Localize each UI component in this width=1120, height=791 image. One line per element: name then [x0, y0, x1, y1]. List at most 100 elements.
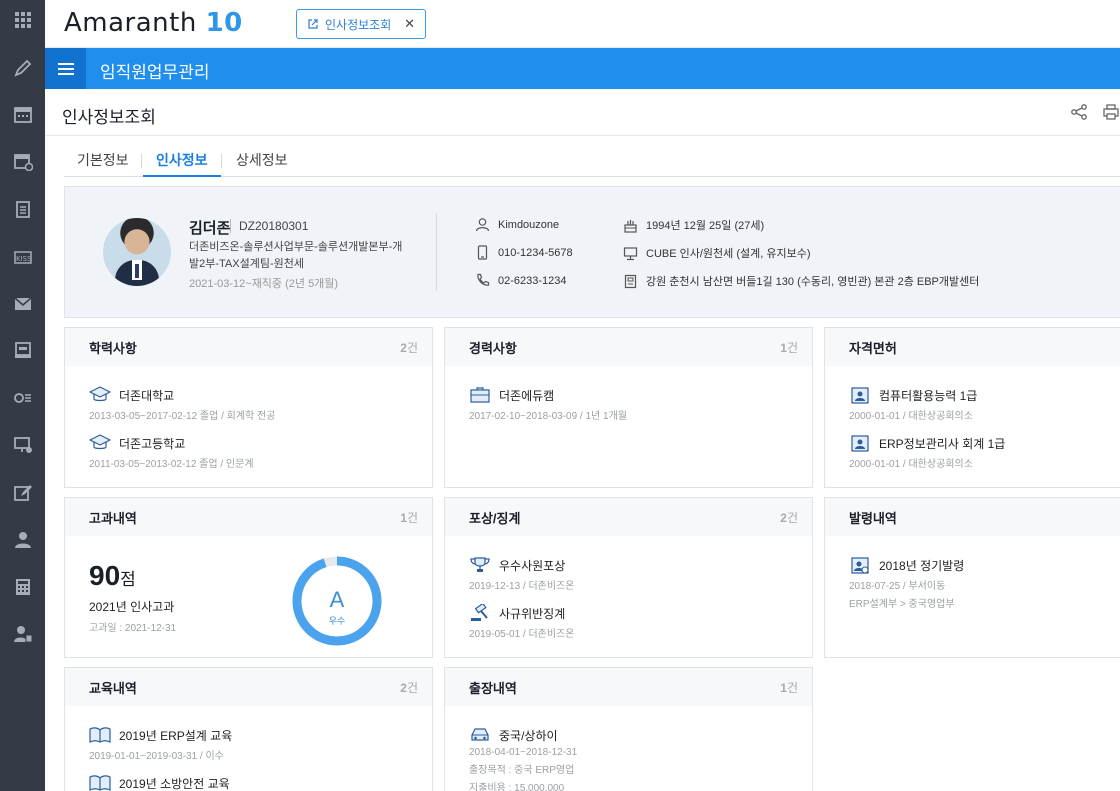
card-header: 포상/징계 2건	[445, 498, 812, 536]
card-title: 학력사항	[89, 340, 137, 356]
menu-bar: 임직원업무관리	[45, 48, 1120, 89]
user-id-row: Kimdouzone	[475, 217, 559, 232]
birthday-row: 1994년 12월 25일 (27세)	[623, 217, 764, 233]
evaluation-score: 90점 2021년 인사고과 고과일 : 2021-12-31	[89, 560, 177, 634]
tab-basic-info[interactable]: 기본정보	[77, 150, 129, 177]
card-header: 자격면허	[825, 328, 1120, 366]
pen-icon[interactable]	[0, 52, 45, 84]
card-header: 발령내역	[825, 498, 1120, 536]
employee-id: DZ20180301	[230, 219, 308, 233]
card-title: 교육내역	[89, 680, 137, 696]
address-row: 강원 춘천시 남산면 버들1길 130 (수동리, 영빈관) 본관 2층 EBP…	[623, 273, 979, 289]
list-item[interactable]: 사규위반징계 2019-05-01 / 더존비즈온	[469, 604, 575, 640]
card-title: 출장내역	[469, 680, 517, 696]
training-card: 교육내역 2건 2019년 ERP설계 교육 2019-01-01~2019-0…	[64, 667, 433, 791]
id-badge-icon	[851, 435, 869, 452]
person-move-icon	[851, 557, 869, 574]
card-count: 2건	[400, 340, 418, 355]
open-book-icon	[89, 727, 111, 743]
briefcase-icon	[470, 387, 490, 403]
tab-separator	[221, 154, 222, 168]
left-rail: KISS	[0, 0, 45, 791]
person-card-icon[interactable]	[0, 618, 45, 650]
calendar-icon[interactable]	[0, 98, 45, 130]
score-value: 90	[89, 560, 121, 591]
person-icon[interactable]	[0, 524, 45, 556]
graduation-cap-icon	[89, 434, 111, 450]
module-title: 임직원업무관리	[100, 63, 210, 82]
card-title: 자격면허	[849, 340, 897, 356]
page-actions	[1070, 103, 1120, 121]
employee-department: 더존비즈온-솔루션사업부문-솔루션개발본부-개발2부-TAX설계팀-원천세	[189, 241, 403, 270]
card-title: 포상/징계	[469, 510, 521, 526]
graduation-cap-icon	[89, 386, 111, 402]
card-title: 고과내역	[89, 510, 137, 526]
list-item[interactable]: 더존고등학교 2011-03-05~2013-02-12 졸업 / 인문계	[89, 434, 254, 470]
tab-detail-info[interactable]: 상세정보	[236, 150, 288, 177]
tab-separator	[141, 154, 142, 168]
top-bar: Amaranth 10 인사정보조회 ✕	[45, 0, 1120, 48]
mobile-row: 010-1234-5678	[475, 245, 573, 260]
list-item[interactable]: ERP정보관리사 회계 1급 2000-01-01 / 대한상공회의소	[849, 434, 1005, 470]
employee-tenure: 2021-03-12~재직중 (2년 5개월)	[189, 278, 339, 290]
list-item[interactable]: 컴퓨터활용능력 1급 2000-01-01 / 대한상공회의소	[849, 386, 977, 422]
list-item[interactable]: 우수사원포상 2019-12-13 / 더존비즈온	[469, 556, 575, 592]
card-header: 출장내역 1건	[445, 668, 812, 706]
cake-icon	[624, 219, 637, 233]
brand-logo[interactable]: Amaranth 10	[64, 8, 243, 38]
grade-donut-chart: A 우수	[292, 556, 382, 646]
monitor-icon	[623, 246, 638, 260]
gavel-icon	[471, 604, 488, 621]
title-divider	[45, 135, 1120, 136]
card-count: 2건	[400, 680, 418, 695]
print-icon[interactable]	[1102, 103, 1120, 121]
appointment-card: 발령내역 2018년 정기발령 2018-07-25 / 부서이동 ERP설계부…	[824, 497, 1120, 658]
card-count: 1건	[780, 680, 798, 695]
monitor-settings-icon[interactable]	[0, 429, 45, 461]
car-icon	[471, 728, 489, 741]
evaluation-date: 고과일 : 2021-12-31	[89, 623, 177, 634]
share-icon[interactable]	[1070, 103, 1088, 121]
card-title: 경력사항	[469, 340, 517, 356]
evaluation-year: 2021년 인사고과	[89, 600, 175, 614]
sub-tabs: 기본정보 인사정보 상세정보	[64, 150, 1120, 177]
trophy-icon	[470, 557, 490, 572]
hamburger-menu-icon[interactable]	[45, 48, 86, 89]
edit-form-icon[interactable]	[0, 477, 45, 509]
grade-label: 우수	[329, 616, 346, 626]
profile-divider	[436, 213, 437, 291]
apps-grid-icon[interactable]	[0, 4, 45, 36]
close-icon[interactable]: ✕	[404, 16, 415, 32]
open-tab-chip[interactable]: 인사정보조회 ✕	[296, 9, 426, 39]
card-header: 고과내역 1건	[65, 498, 432, 536]
profile-summary: 김더존 DZ20180301 더존비즈온-솔루션사업부문-솔루션개발본부-개발2…	[64, 186, 1120, 318]
list-item[interactable]: 중국/상하이 2018-04-01~2018-12-31 출장목적 : 중국 E…	[469, 726, 577, 791]
mail-icon[interactable]	[0, 288, 45, 320]
tab-hr-info[interactable]: 인사정보	[143, 150, 221, 177]
storage-icon[interactable]	[0, 334, 45, 366]
career-card: 경력사항 1건 더존에듀캠 2017-02-10~2018-03-09 / 1년…	[444, 327, 813, 488]
list-item[interactable]: 2018년 정기발령 2018-07-25 / 부서이동 ERP설계부 > 중국…	[849, 556, 964, 610]
building-icon	[624, 274, 637, 288]
list-item[interactable]: 2019년 ERP설계 교육 2019-01-01~2019-03-31 / 이…	[89, 726, 232, 762]
toggle-list-icon[interactable]	[0, 382, 45, 414]
card-title: 발령내역	[849, 510, 897, 526]
phone-row: 02-6233-1234	[475, 273, 567, 288]
card-count: 1건	[780, 340, 798, 355]
avatar	[103, 218, 171, 286]
list-item[interactable]: 더존대학교 2013-03-05~2017-02-12 졸업 / 회계학 전공	[89, 386, 275, 422]
document-icon[interactable]	[0, 193, 45, 225]
card-header: 교육내역 2건	[65, 668, 432, 706]
schedule-icon[interactable]	[0, 145, 45, 177]
calculator-icon[interactable]	[0, 571, 45, 603]
page-title: 인사정보조회	[62, 108, 156, 127]
grade-letter: A	[330, 587, 345, 612]
trip-card: 출장내역 1건 중국/상하이 2018-04-01~2018-12-31 출장목…	[444, 667, 813, 791]
education-card: 학력사항 2건 더존대학교 2013-03-05~2017-02-12 졸업 /…	[64, 327, 433, 488]
card-header: 학력사항 2건	[65, 328, 432, 366]
kiss-icon[interactable]: KISS	[0, 241, 45, 273]
user-icon	[475, 218, 490, 232]
list-item[interactable]: 더존에듀캠 2017-02-10~2018-03-09 / 1년 1개월	[469, 386, 627, 422]
reward-card: 포상/징계 2건 우수사원포상 2019-12-13 / 더존비즈온 사규위반징…	[444, 497, 813, 658]
list-item[interactable]: 2019년 소방안전 교육	[89, 774, 230, 791]
